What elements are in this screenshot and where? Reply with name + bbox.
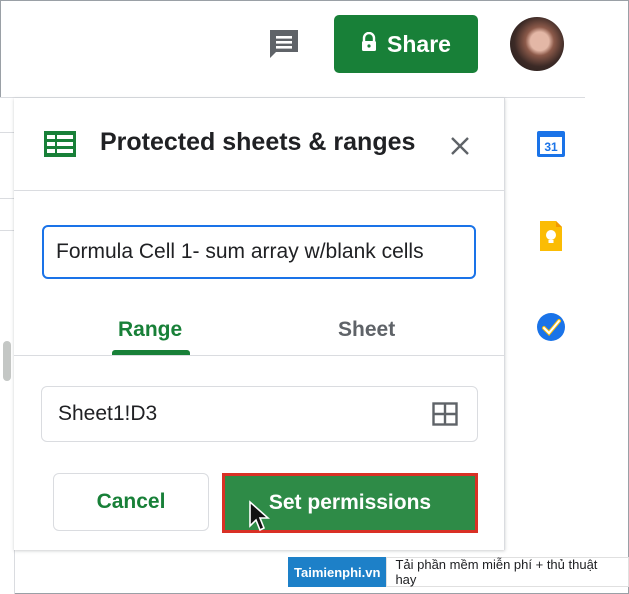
cursor-icon	[249, 500, 270, 532]
scrollbar-thumb[interactable]	[3, 341, 11, 381]
tab-sheet[interactable]: Sheet	[338, 318, 395, 342]
grid-line	[0, 198, 14, 199]
panel-title: Protected sheets & ranges	[100, 128, 416, 156]
tab-divider	[14, 355, 504, 356]
watermark: Taimienphi.vn Tải phần mềm miễn phí + th…	[288, 557, 629, 587]
share-label: Share	[387, 30, 451, 57]
grid-select-icon[interactable]	[432, 402, 458, 426]
watermark-tagline: Tải phần mềm miễn phí + thủ thuật hay	[386, 557, 629, 587]
keep-icon[interactable]	[538, 220, 564, 252]
avatar[interactable]	[510, 17, 564, 71]
lock-icon	[361, 31, 377, 58]
description-input[interactable]: Formula Cell 1- sum array w/blank cells	[42, 225, 476, 279]
close-icon[interactable]	[446, 132, 474, 160]
calendar-icon[interactable]: 31	[536, 128, 566, 158]
spreadsheet-edge	[0, 98, 15, 594]
share-button[interactable]: Share	[334, 15, 478, 73]
grid-line	[0, 132, 14, 133]
range-input[interactable]: Sheet1!D3	[41, 386, 478, 442]
watermark-brand: Taimienphi.vn	[288, 557, 387, 587]
panel-header: Protected sheets & ranges	[14, 98, 504, 191]
cancel-button[interactable]: Cancel	[53, 473, 209, 531]
tab-range[interactable]: Range	[118, 318, 182, 342]
range-value: Sheet1!D3	[58, 402, 158, 425]
comment-icon[interactable]	[266, 26, 302, 62]
protected-ranges-panel: Protected sheets & ranges Formula Cell 1…	[14, 98, 505, 550]
sheets-icon	[44, 131, 76, 157]
tasks-icon[interactable]	[536, 312, 566, 342]
calendar-day: 31	[544, 140, 558, 154]
grid-line	[0, 230, 14, 231]
